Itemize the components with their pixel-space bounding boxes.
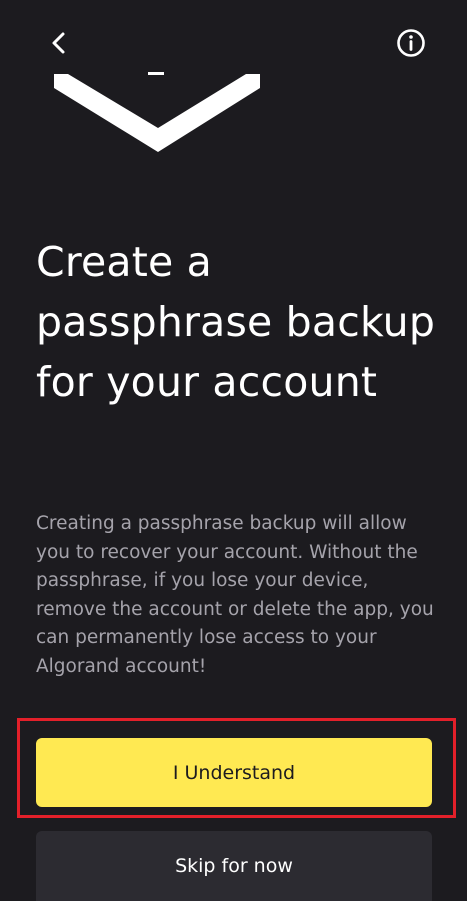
skip-button-label: Skip for now (175, 855, 293, 877)
understand-button-label: I Understand (172, 761, 296, 784)
skip-button[interactable]: Skip for now (36, 831, 432, 901)
passphrase-illustration (54, 72, 260, 152)
page-title: Create a passphrase backup for your acco… (36, 238, 436, 406)
understand-button[interactable]: I Understand (36, 738, 432, 807)
info-circle-icon (397, 29, 425, 57)
page-description: Creating a passphrase backup will allow … (36, 513, 434, 677)
info-button[interactable] (396, 28, 426, 58)
chevron-left-icon (52, 32, 65, 54)
back-button[interactable] (44, 28, 74, 58)
